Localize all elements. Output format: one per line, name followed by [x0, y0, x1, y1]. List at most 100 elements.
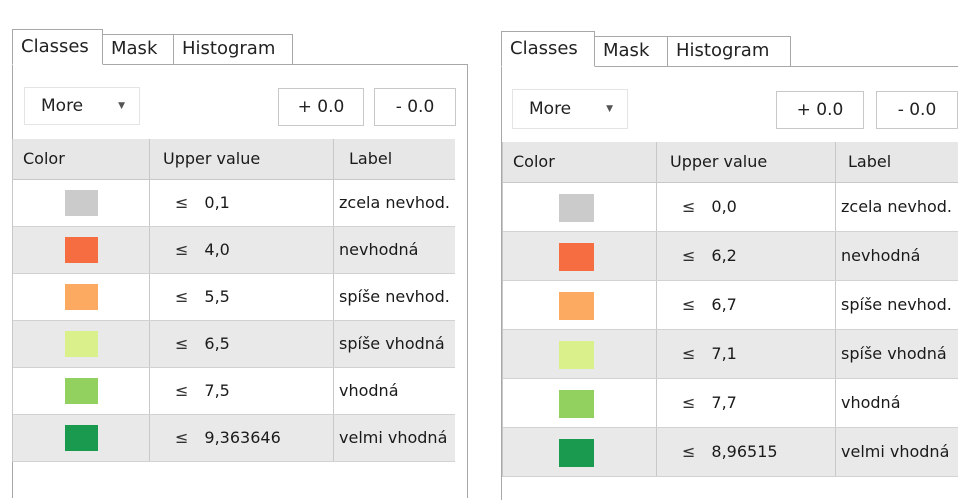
color-swatch[interactable] [559, 439, 594, 467]
upper-value-text: 0,1 [204, 193, 230, 212]
column-divider[interactable] [656, 142, 657, 182]
table-row[interactable]: ≤6,2 nevhodná [503, 232, 958, 281]
class-label-cell[interactable]: spíše vhodná [841, 330, 958, 378]
less-or-equal-symbol: ≤ [682, 246, 696, 265]
column-header-label[interactable]: Label [848, 142, 958, 182]
column-divider[interactable] [333, 139, 334, 179]
column-divider [333, 180, 334, 226]
table-row[interactable]: ≤0,0 zcela nevhod. [503, 183, 958, 232]
column-divider [149, 227, 150, 273]
upper-value-cell[interactable]: ≤7,5 [175, 368, 333, 414]
dropdown-arrow-icon: ▼ [606, 104, 613, 114]
column-header-upper-value[interactable]: Upper value [670, 142, 830, 182]
tab-histogram[interactable]: Histogram [667, 36, 791, 66]
classes-grid: Color Upper value Label ≤0,1 zcela nevhod… [12, 139, 455, 462]
subtract-value-button[interactable]: - 0.0 [374, 88, 456, 126]
grid-header: Color Upper value Label [13, 139, 455, 180]
dropdown-arrow-icon: ▼ [118, 101, 125, 111]
column-divider[interactable] [149, 139, 150, 179]
upper-value-cell[interactable]: ≤0,1 [175, 180, 333, 226]
color-swatch[interactable] [559, 292, 594, 320]
upper-value-text: 4,0 [204, 240, 230, 259]
class-label-cell[interactable]: spíše vhodná [339, 321, 455, 367]
class-label-cell[interactable]: velmi vhodná [339, 415, 455, 461]
add-value-button[interactable]: + 0.0 [278, 88, 364, 126]
classes-grid: Color Upper value Label ≤0,0 zcela nevhod… [502, 142, 958, 477]
table-row[interactable]: ≤6,5 spíše vhodná [13, 321, 455, 368]
class-label-cell[interactable]: spíše nevhod. [841, 281, 958, 329]
upper-value-cell[interactable]: ≤6,5 [175, 321, 333, 367]
class-label-cell[interactable]: vhodná [841, 379, 958, 427]
class-label-cell[interactable]: spíše nevhod. [339, 274, 455, 320]
column-divider [149, 415, 150, 461]
tab-mask[interactable]: Mask [594, 36, 668, 66]
upper-value-cell[interactable]: ≤5,5 [175, 274, 333, 320]
column-divider [333, 415, 334, 461]
table-row[interactable]: ≤8,96515 velmi vhodná [503, 428, 958, 477]
column-divider [835, 281, 836, 329]
subtract-value-button[interactable]: - 0.0 [876, 91, 958, 129]
color-swatch[interactable] [65, 331, 98, 357]
column-divider [835, 379, 836, 427]
upper-value-cell[interactable]: ≤8,96515 [682, 428, 835, 476]
tab-histogram[interactable]: Histogram [173, 34, 293, 64]
less-or-equal-symbol: ≤ [682, 344, 696, 363]
column-divider [835, 183, 836, 231]
column-divider [333, 321, 334, 367]
color-swatch[interactable] [65, 425, 98, 451]
less-or-equal-symbol: ≤ [682, 295, 696, 314]
column-header-color[interactable]: Color [23, 139, 143, 179]
table-row[interactable]: ≤6,7 spíše nevhod. [503, 281, 958, 330]
less-or-equal-symbol: ≤ [175, 428, 189, 447]
table-row[interactable]: ≤9,363646 velmi vhodná [13, 415, 455, 462]
table-row[interactable]: ≤0,1 zcela nevhod. [13, 180, 455, 227]
upper-value-cell[interactable]: ≤6,2 [682, 232, 835, 280]
color-swatch[interactable] [65, 284, 98, 310]
column-divider [333, 227, 334, 273]
add-value-button[interactable]: + 0.0 [776, 91, 864, 129]
column-header-color[interactable]: Color [513, 142, 653, 182]
class-label-cell[interactable]: zcela nevhod. [841, 183, 958, 231]
color-swatch[interactable] [559, 341, 594, 369]
less-or-equal-symbol: ≤ [175, 193, 189, 212]
upper-value-cell[interactable]: ≤7,1 [682, 330, 835, 378]
symbology-panel-left: Classes Mask Histogram More ▼ + 0.0 - 0.… [0, 0, 470, 498]
upper-value-text: 0,0 [711, 197, 737, 216]
color-swatch[interactable] [65, 378, 98, 404]
more-dropdown-button[interactable]: More ▼ [512, 89, 628, 129]
class-label-cell[interactable]: vhodná [339, 368, 455, 414]
upper-value-cell[interactable]: ≤6,7 [682, 281, 835, 329]
upper-value-cell[interactable]: ≤4,0 [175, 227, 333, 273]
column-header-upper-value[interactable]: Upper value [163, 139, 323, 179]
table-row[interactable]: ≤7,1 spíše vhodná [503, 330, 958, 379]
more-dropdown-button[interactable]: More ▼ [24, 87, 140, 125]
color-swatch[interactable] [65, 237, 98, 263]
upper-value-cell[interactable]: ≤9,363646 [175, 415, 333, 461]
column-header-label[interactable]: Label [349, 139, 455, 179]
tab-mask[interactable]: Mask [102, 34, 174, 64]
column-divider [656, 330, 657, 378]
color-swatch[interactable] [559, 194, 594, 222]
color-swatch[interactable] [65, 190, 98, 216]
more-label: More [529, 99, 572, 119]
class-label-cell[interactable]: zcela nevhod. [339, 180, 455, 226]
tab-classes[interactable]: Classes [501, 31, 595, 67]
table-row[interactable]: ≤4,0 nevhodná [13, 227, 455, 274]
column-divider[interactable] [835, 142, 836, 182]
table-row[interactable]: ≤7,7 vhodná [503, 379, 958, 428]
class-label-cell[interactable]: nevhodná [841, 232, 958, 280]
upper-value-cell[interactable]: ≤7,7 [682, 379, 835, 427]
less-or-equal-symbol: ≤ [175, 334, 189, 353]
table-row[interactable]: ≤5,5 spíše nevhod. [13, 274, 455, 321]
upper-value-text: 6,2 [711, 246, 737, 265]
table-row[interactable]: ≤7,5 vhodná [13, 368, 455, 415]
class-label-cell[interactable]: velmi vhodná [841, 428, 958, 476]
grid-header: Color Upper value Label [503, 142, 958, 183]
tab-classes[interactable]: Classes [12, 29, 103, 65]
grid-body: ≤0,1 zcela nevhod. ≤4,0 nevhodná ≤5,5 spíše n… [13, 180, 455, 462]
class-label-cell[interactable]: nevhodná [339, 227, 455, 273]
upper-value-cell[interactable]: ≤0,0 [682, 183, 835, 231]
color-swatch[interactable] [559, 243, 594, 271]
color-swatch[interactable] [559, 390, 594, 418]
less-or-equal-symbol: ≤ [175, 240, 189, 259]
